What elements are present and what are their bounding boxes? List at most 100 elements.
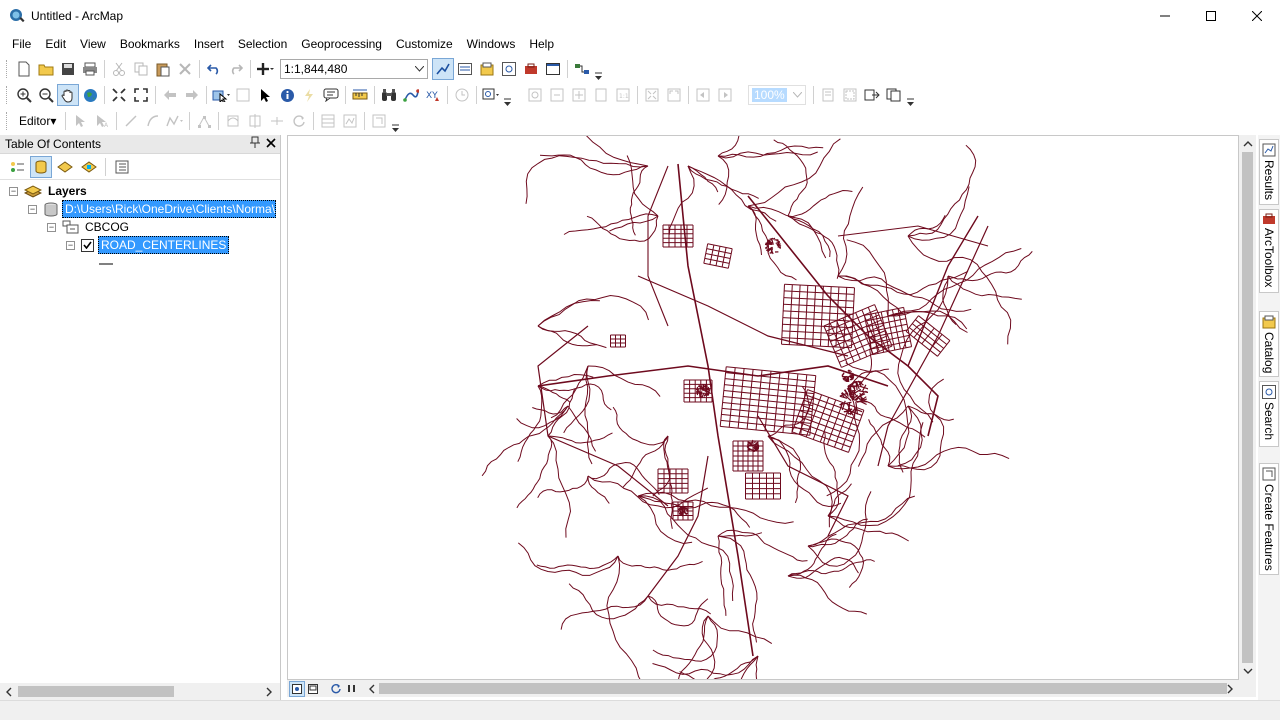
attributes-button[interactable] xyxy=(317,110,339,132)
menu-customize[interactable]: Customize xyxy=(389,33,460,55)
create-viewer-window-button[interactable] xyxy=(480,84,502,106)
new-document-button[interactable] xyxy=(13,58,35,80)
pan-button[interactable] xyxy=(57,84,79,106)
road-network-map[interactable] xyxy=(288,136,1239,680)
toggle-draft-mode-button[interactable] xyxy=(817,84,839,106)
layout-forward-button[interactable] xyxy=(714,84,736,106)
layout-view-button[interactable] xyxy=(305,681,321,697)
trace-button[interactable] xyxy=(164,110,186,132)
dock-tab-catalog[interactable]: Catalog xyxy=(1259,311,1279,377)
layout-zoom-combobox[interactable]: 100% xyxy=(748,85,806,105)
toolbar-grip[interactable] xyxy=(6,86,9,104)
minimize-button[interactable] xyxy=(1142,0,1188,32)
focus-data-frame-button[interactable] xyxy=(839,84,861,106)
data-view-button[interactable] xyxy=(289,680,305,697)
menu-insert[interactable]: Insert xyxy=(187,33,231,55)
toolbar-overflow[interactable] xyxy=(390,110,400,132)
toolbar-overflow[interactable] xyxy=(593,58,603,80)
collapse-toggle[interactable]: − xyxy=(66,240,75,250)
search-window-button[interactable] xyxy=(498,58,520,80)
layout-zoom-in-button[interactable] xyxy=(524,84,546,106)
editor-menu-button[interactable]: Editor▾ xyxy=(13,110,62,132)
change-layout-button[interactable] xyxy=(861,84,883,106)
close-button[interactable] xyxy=(1234,0,1280,32)
scroll-left-icon[interactable] xyxy=(2,685,16,699)
edit-vertices-button[interactable] xyxy=(193,110,215,132)
pause-drawing-button[interactable] xyxy=(343,681,359,697)
cut-button[interactable] xyxy=(108,58,130,80)
toolbar-overflow[interactable] xyxy=(905,84,915,106)
measure-button[interactable] xyxy=(349,84,371,106)
layout-zoom-out-button[interactable] xyxy=(546,84,568,106)
fixed-zoom-in-button[interactable] xyxy=(108,84,130,106)
list-by-source-button[interactable] xyxy=(30,155,52,178)
layer-symbol-row[interactable] xyxy=(98,254,114,272)
menu-windows[interactable]: Windows xyxy=(460,33,523,55)
dock-tab-search[interactable]: Search xyxy=(1259,381,1279,447)
toolbar-overflow[interactable] xyxy=(502,84,512,106)
delete-button[interactable] xyxy=(174,58,196,80)
map-vertical-scrollbar[interactable] xyxy=(1239,135,1256,680)
go-to-xy-button[interactable]: XY xyxy=(422,84,444,106)
reshape-feature-button[interactable] xyxy=(222,110,244,132)
rotate-button[interactable] xyxy=(288,110,310,132)
select-features-button[interactable] xyxy=(210,84,232,106)
list-by-selection-button[interactable] xyxy=(78,156,100,178)
go-forward-extent-button[interactable] xyxy=(181,84,203,106)
menu-edit[interactable]: Edit xyxy=(38,33,73,55)
toc-horizontal-scrollbar[interactable] xyxy=(0,683,280,700)
table-of-contents-button[interactable] xyxy=(454,58,476,80)
model-builder-button[interactable] xyxy=(571,58,593,80)
redo-button[interactable] xyxy=(225,58,247,80)
zoom-whole-page-button[interactable] xyxy=(590,84,612,106)
paste-button[interactable] xyxy=(152,58,174,80)
full-extent-button[interactable] xyxy=(79,84,101,106)
time-slider-button[interactable] xyxy=(451,84,473,106)
find-button[interactable] xyxy=(378,84,400,106)
editor-toolbar-button[interactable] xyxy=(432,58,454,80)
add-data-button[interactable] xyxy=(254,58,276,80)
copy-button[interactable] xyxy=(130,58,152,80)
scroll-down-icon[interactable] xyxy=(1241,664,1255,678)
layout-back-button[interactable] xyxy=(692,84,714,106)
identify-button[interactable] xyxy=(276,84,298,106)
data-driven-pages-button[interactable] xyxy=(883,84,905,106)
html-popup-button[interactable] xyxy=(320,84,342,106)
dock-tab-create-features[interactable]: Create Features xyxy=(1259,463,1279,575)
scroll-right-icon[interactable] xyxy=(262,685,276,699)
toolbar-grip[interactable] xyxy=(6,60,9,78)
map-hscroll-thumb[interactable] xyxy=(379,683,1227,694)
scroll-right-icon[interactable] xyxy=(1223,682,1237,696)
catalog-window-button[interactable] xyxy=(476,58,498,80)
zoom-100-button[interactable]: 1:1 xyxy=(612,84,634,106)
menu-geoprocessing[interactable]: Geoprocessing xyxy=(294,33,389,55)
zoom-in-button[interactable] xyxy=(13,84,35,106)
toc-scroll-thumb[interactable] xyxy=(18,686,174,697)
open-button[interactable] xyxy=(35,58,57,80)
edit-annotation-button[interactable]: A xyxy=(91,110,113,132)
menu-help[interactable]: Help xyxy=(522,33,561,55)
menu-bookmarks[interactable]: Bookmarks xyxy=(113,33,187,55)
menu-file[interactable]: File xyxy=(5,33,38,55)
toc-options-button[interactable] xyxy=(111,156,133,178)
sketch-properties-button[interactable] xyxy=(339,110,361,132)
print-button[interactable] xyxy=(79,58,101,80)
zoom-out-button[interactable] xyxy=(35,84,57,106)
clear-selection-button[interactable] xyxy=(232,84,254,106)
scroll-up-icon[interactable] xyxy=(1241,137,1255,151)
scroll-left-icon[interactable] xyxy=(365,682,379,696)
maximize-button[interactable] xyxy=(1188,0,1234,32)
layer-visibility-checkbox[interactable] xyxy=(81,238,94,252)
tree-row-datasource[interactable]: − D:\Users\Rick\OneDrive\Clients\Norma\ xyxy=(28,200,276,218)
split-button[interactable] xyxy=(266,110,288,132)
cut-polygons-button[interactable] xyxy=(244,110,266,132)
create-features-button[interactable] xyxy=(368,110,390,132)
straight-segment-button[interactable] xyxy=(120,110,142,132)
layout-fixed-zoom-out-button[interactable] xyxy=(663,84,685,106)
arctoolbox-window-button[interactable] xyxy=(520,58,542,80)
collapse-toggle[interactable]: − xyxy=(47,222,56,232)
refresh-view-button[interactable] xyxy=(327,681,343,697)
select-elements-button[interactable] xyxy=(254,84,276,106)
tree-row-layers[interactable]: − Layers xyxy=(9,182,89,200)
collapse-toggle[interactable]: − xyxy=(28,204,37,214)
